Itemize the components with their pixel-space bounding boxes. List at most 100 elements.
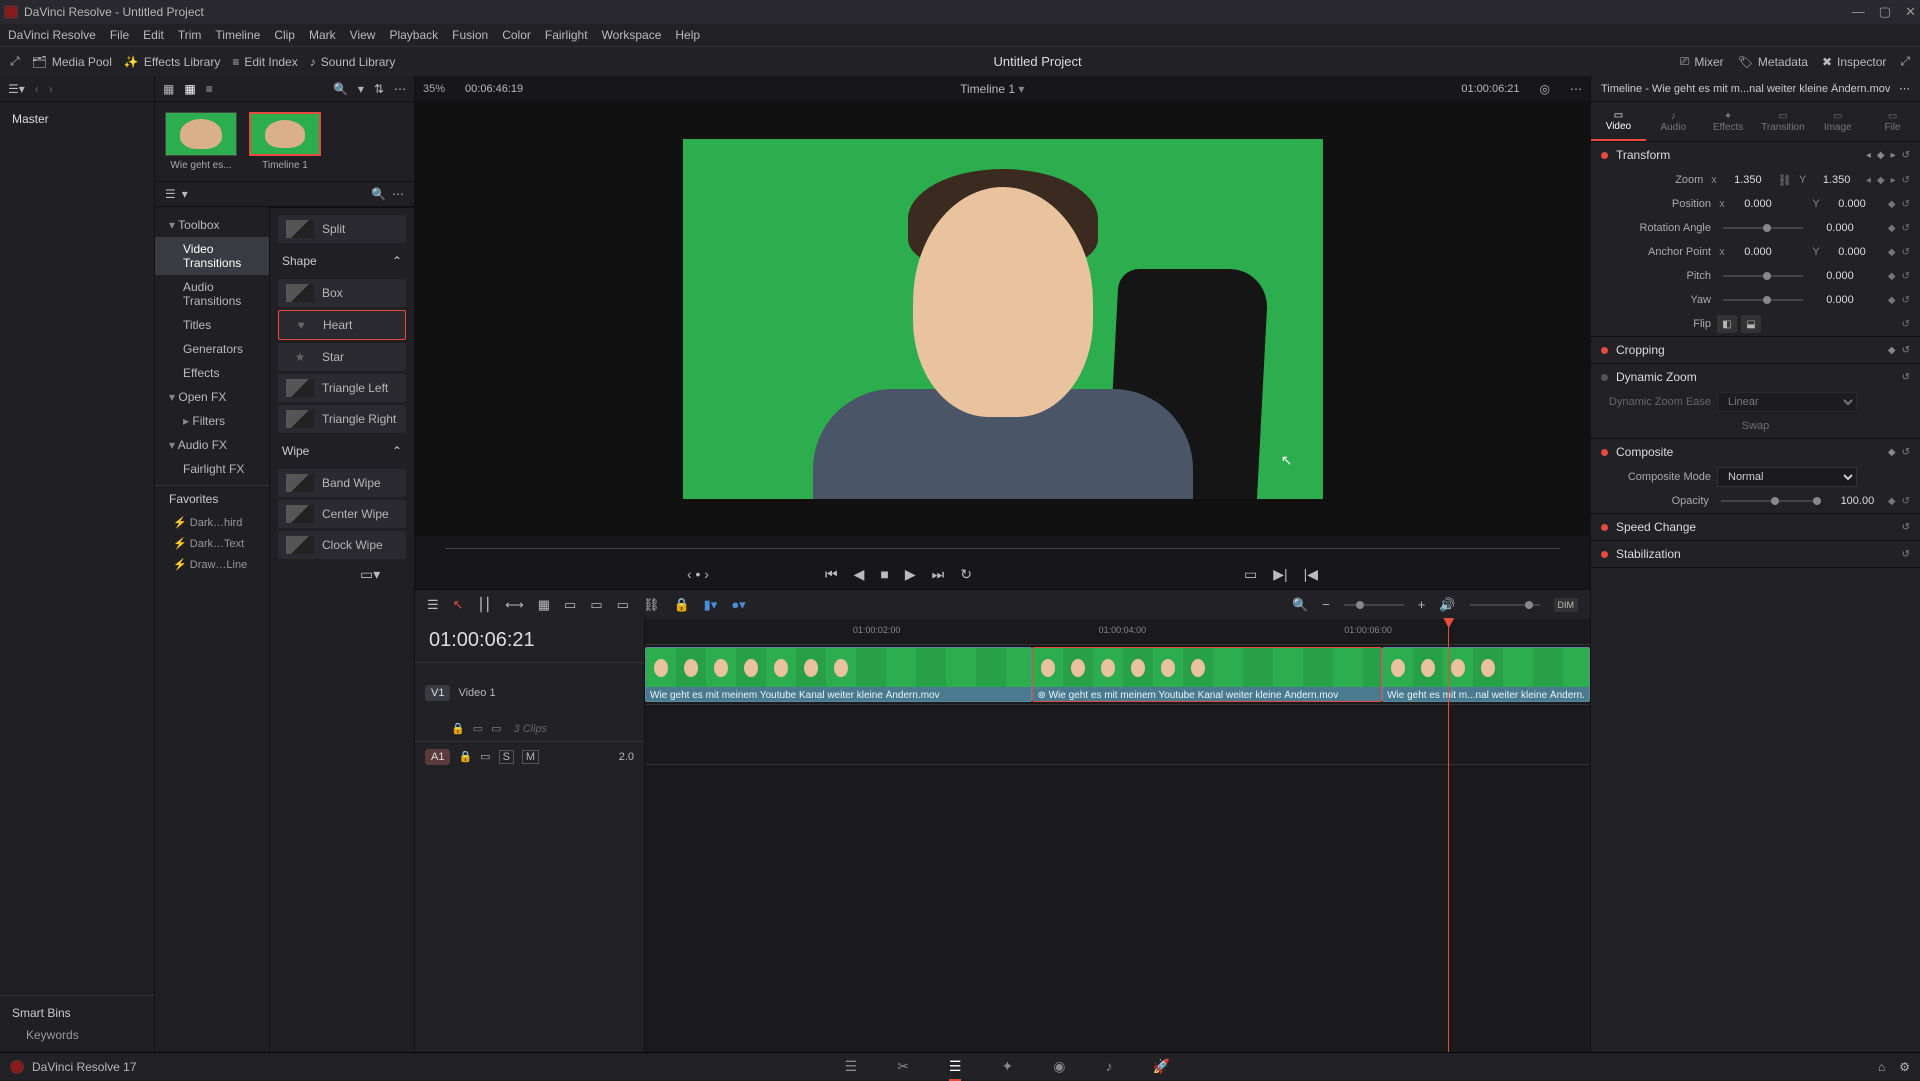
clip-3[interactable]: Wie geht es mit m...nal weiter kleine Än… xyxy=(1382,647,1590,702)
marker-icon[interactable]: ●▾ xyxy=(731,597,745,613)
dz-ease-select[interactable]: Linear xyxy=(1717,392,1857,412)
zoom-x-field[interactable]: 1.350 xyxy=(1725,174,1772,186)
dim-button[interactable]: DIM xyxy=(1554,598,1579,612)
project-settings-icon[interactable]: ⚙ xyxy=(1899,1060,1910,1074)
menu-clip[interactable]: Clip xyxy=(274,28,295,42)
toolbox-group[interactable]: Toolbox xyxy=(155,213,269,237)
dynamic-zoom-header[interactable]: Dynamic Zoom↺ xyxy=(1591,364,1920,390)
fx-more-icon[interactable]: ⋯ xyxy=(392,187,404,201)
transition-band-wipe[interactable]: Band Wipe xyxy=(278,469,406,497)
tab-video[interactable]: ▭Video xyxy=(1591,102,1646,141)
insert-icon[interactable]: ▦ xyxy=(538,597,550,613)
mixer-button[interactable]: ⎚Mixer xyxy=(1680,54,1724,69)
menu-workspace[interactable]: Workspace xyxy=(602,28,662,42)
v1-badge[interactable]: V1 xyxy=(425,685,450,701)
menu-view[interactable]: View xyxy=(350,28,376,42)
effects-library-button[interactable]: ✨Effects Library xyxy=(124,55,220,69)
overwrite-icon[interactable]: ▭ xyxy=(564,597,576,613)
stabilization-header[interactable]: Stabilization↺ xyxy=(1591,541,1920,567)
favorite-item[interactable]: Draw…Line xyxy=(155,554,269,575)
prev-kf-icon[interactable]: ◂ xyxy=(1866,150,1871,161)
clip-thumbnail[interactable]: Wie geht es... xyxy=(165,112,237,171)
flip-v-button[interactable]: ⬓ xyxy=(1741,315,1761,333)
a1-solo-button[interactable]: S xyxy=(499,750,514,764)
audio-transitions-item[interactable]: Audio Transitions xyxy=(155,275,269,313)
yaw-slider[interactable] xyxy=(1723,299,1803,301)
link-icon[interactable]: ⛓ xyxy=(643,597,660,613)
menu-file[interactable]: File xyxy=(110,28,129,42)
loop-button[interactable]: ↻ xyxy=(960,566,972,583)
menu-trim[interactable]: Trim xyxy=(178,28,202,42)
viewer[interactable]: ↖ xyxy=(415,102,1590,535)
bin-list-icon[interactable]: ☰▾ xyxy=(8,82,25,96)
thumb-small-icon[interactable]: ▦ xyxy=(163,82,174,96)
page-deliver[interactable]: 🚀 xyxy=(1152,1058,1169,1075)
menu-davinci[interactable]: DaVinci Resolve xyxy=(8,28,96,42)
reset-icon[interactable]: ↺ xyxy=(1902,150,1910,161)
playhead[interactable] xyxy=(1448,619,1449,1052)
thumb-grid-icon[interactable]: ▦ xyxy=(184,82,195,96)
tab-effects[interactable]: ✦Effects xyxy=(1701,102,1756,141)
opacity-slider[interactable] xyxy=(1721,500,1821,502)
selection-tool[interactable]: ↖ xyxy=(453,597,464,613)
crop-icon[interactable]: ▭▾ xyxy=(360,566,380,583)
clip-2[interactable]: ⊚ Wie geht es mit meinem Youtube Kanal w… xyxy=(1032,647,1382,702)
favorite-item[interactable]: Dark…hird xyxy=(155,512,269,533)
transition-triangle-right[interactable]: Triangle Right xyxy=(278,405,406,433)
zoom-y-field[interactable]: 1.350 xyxy=(1813,174,1860,186)
opacity-field[interactable]: 100.00 xyxy=(1833,495,1882,507)
inspector-more-icon[interactable]: ⋯ xyxy=(1899,82,1910,95)
transition-split[interactable]: Split xyxy=(278,215,406,243)
append-icon[interactable]: ▭ xyxy=(617,597,629,613)
fx-search-icon[interactable]: 🔍 xyxy=(371,187,386,201)
titles-item[interactable]: Titles xyxy=(155,313,269,337)
a1-lock-icon[interactable]: 🔒 xyxy=(458,750,472,763)
filters-item[interactable]: Filters xyxy=(155,409,269,433)
expand-icon[interactable]: ⤢ xyxy=(10,54,20,69)
next-edit-icon[interactable]: ▶| xyxy=(1273,566,1287,583)
pitch-field[interactable]: 0.000 xyxy=(1815,270,1865,282)
audiofx-group[interactable]: Audio FX xyxy=(155,433,269,457)
master-bin[interactable]: Master xyxy=(12,112,142,126)
menu-fairlight[interactable]: Fairlight xyxy=(545,28,588,42)
page-cut[interactable]: ✂ xyxy=(897,1058,909,1075)
close-button[interactable]: ✕ xyxy=(1905,4,1916,20)
chevron-down-icon[interactable]: ▾ xyxy=(358,82,364,96)
track-thumbnail-icon[interactable]: ▭ xyxy=(491,722,501,735)
yaw-field[interactable]: 0.000 xyxy=(1815,294,1865,306)
trim-tool[interactable]: ⟷ xyxy=(505,597,524,613)
menu-edit[interactable]: Edit xyxy=(143,28,164,42)
last-frame-button[interactable]: ⏭ xyxy=(932,566,945,583)
dropdown-icon[interactable]: ▾ xyxy=(1018,82,1024,96)
rotation-field[interactable]: 0.000 xyxy=(1815,222,1865,234)
flip-h-button[interactable]: ◧ xyxy=(1717,315,1737,333)
link-icon[interactable]: ⛓ xyxy=(1777,174,1792,187)
clip-1[interactable]: Wie geht es mit meinem Youtube Kanal wei… xyxy=(645,647,1032,702)
shape-group[interactable]: Shape⌃ xyxy=(278,246,406,276)
pitch-slider[interactable] xyxy=(1723,275,1803,277)
comp-mode-select[interactable]: Normal xyxy=(1717,467,1857,487)
transition-star[interactable]: ★Star xyxy=(278,343,406,371)
viewer-scrubber[interactable] xyxy=(415,535,1590,559)
next-kf-icon[interactable]: ▸ xyxy=(1891,150,1896,161)
match-frame-icon[interactable]: ▭ xyxy=(1244,566,1257,583)
transition-heart[interactable]: ♥Heart xyxy=(278,310,406,340)
viewer-more-icon[interactable]: ⋯ xyxy=(1570,82,1582,96)
transition-clock-wipe[interactable]: Clock Wipe xyxy=(278,531,406,559)
track-lock-icon[interactable]: 🔒 xyxy=(451,722,465,735)
sort-icon[interactable]: ⇅ xyxy=(374,82,384,96)
metadata-button[interactable]: 🏷Metadata xyxy=(1738,55,1808,69)
page-fusion[interactable]: ✦ xyxy=(1001,1058,1013,1075)
media-pool-button[interactable]: 🗂Media Pool xyxy=(32,55,112,69)
fx-list-icon[interactable]: ☰ xyxy=(165,187,176,201)
zoom-percent[interactable]: 35% xyxy=(423,83,445,95)
menu-mark[interactable]: Mark xyxy=(309,28,336,42)
kf-icon[interactable]: ◆ xyxy=(1877,150,1885,161)
menu-timeline[interactable]: Timeline xyxy=(215,28,260,42)
video-track-header[interactable]: V1 Video 1 xyxy=(415,662,644,722)
fx-chevron-icon[interactable]: ▾ xyxy=(182,187,188,201)
tab-transition[interactable]: ▭Transition xyxy=(1755,102,1810,141)
page-color[interactable]: ◉ xyxy=(1053,1058,1065,1075)
tab-audio[interactable]: ♪Audio xyxy=(1646,102,1701,141)
swap-button[interactable]: Swap xyxy=(1742,420,1770,432)
